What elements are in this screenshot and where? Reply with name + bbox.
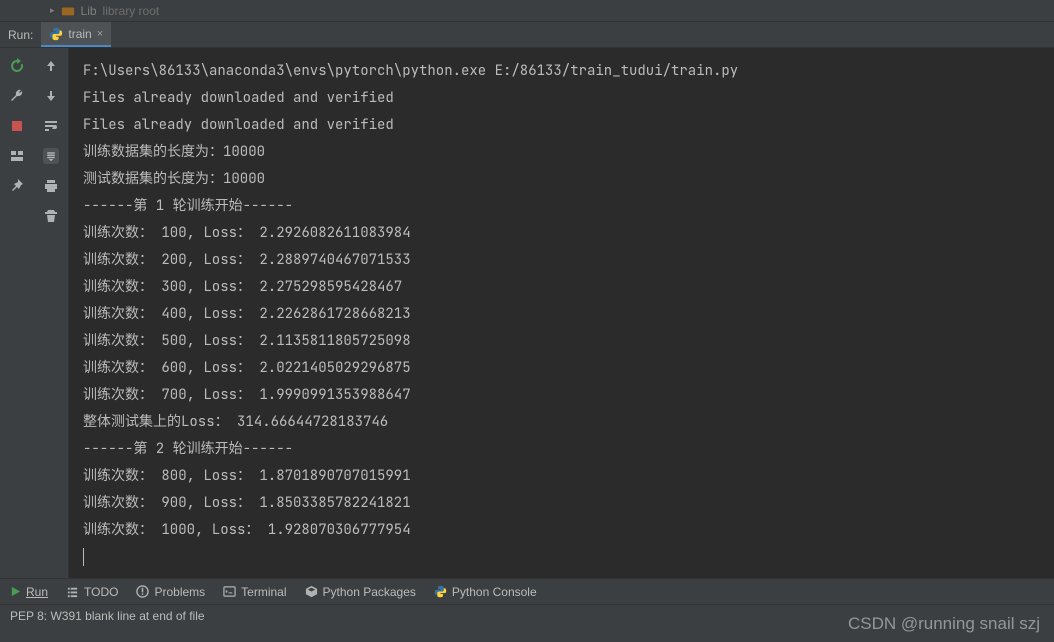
console-line: 整体测试集上的Loss： 314.66644728183746: [83, 409, 1040, 436]
console-line: 测试数据集的长度为：10000: [83, 166, 1040, 193]
close-icon[interactable]: ×: [97, 28, 103, 40]
pin-icon[interactable]: [9, 178, 25, 194]
print-icon[interactable]: [43, 178, 59, 194]
problems-icon: [136, 585, 149, 598]
console-line: 训练次数： 500, Loss： 2.1135811805725098: [83, 328, 1040, 355]
todo-tool-button[interactable]: TODO: [66, 585, 118, 599]
tool-windows-bar: Run TODO Problems Terminal Python Packag…: [0, 578, 1054, 604]
console-line: 训练数据集的长度为：10000: [83, 139, 1040, 166]
pyconsole-tool-label: Python Console: [452, 585, 537, 599]
run-tool-button[interactable]: Run: [10, 585, 48, 599]
output-actions-column: [34, 48, 68, 578]
run-label: Run:: [0, 28, 41, 42]
console-line: 训练次数： 100, Loss： 2.2926082611083984: [83, 220, 1040, 247]
console-line: 训练次数： 200, Loss： 2.2889740467071533: [83, 247, 1040, 274]
problems-tool-label: Problems: [154, 585, 205, 599]
layout-icon[interactable]: [9, 148, 25, 164]
console-line: 训练次数： 600, Loss： 2.0221405029296875: [83, 355, 1040, 382]
console-line: 训练次数： 800, Loss： 1.8701890707015991: [83, 463, 1040, 490]
run-tool-body: F:\Users\86133\anaconda3\envs\pytorch\py…: [0, 48, 1054, 578]
terminal-tool-label: Terminal: [241, 585, 286, 599]
lib-node[interactable]: ▸ Lib library root: [50, 4, 159, 18]
packages-tool-button[interactable]: Python Packages: [305, 585, 416, 599]
terminal-icon: [223, 585, 236, 598]
project-tree-bar: ▸ Lib library root: [0, 0, 1054, 22]
console-line: ------第 2 轮训练开始------: [83, 436, 1040, 463]
play-icon: [10, 586, 21, 597]
lib-name: Lib: [81, 4, 97, 18]
console-line: 训练次数： 400, Loss： 2.2262861728668213: [83, 301, 1040, 328]
console-line: F:\Users\86133\anaconda3\envs\pytorch\py…: [83, 58, 1040, 85]
packages-tool-label: Python Packages: [323, 585, 416, 599]
console-line: 训练次数： 300, Loss： 2.275298595428467: [83, 274, 1040, 301]
todo-tool-label: TODO: [84, 585, 118, 599]
python-file-icon: [49, 27, 63, 41]
python-icon: [434, 585, 447, 598]
terminal-tool-button[interactable]: Terminal: [223, 585, 286, 599]
run-actions-column: [0, 48, 34, 578]
stop-icon[interactable]: [9, 118, 25, 134]
console-line: 训练次数： 900, Loss： 1.8503385782241821: [83, 490, 1040, 517]
console-line: 训练次数： 1000, Loss： 1.928070306777954: [83, 517, 1040, 544]
run-tab-train[interactable]: train ×: [41, 22, 111, 47]
watermark: CSDN @running snail szj: [848, 614, 1040, 634]
rerun-icon[interactable]: [9, 58, 25, 74]
run-tab-label: train: [68, 27, 91, 41]
soft-wrap-icon[interactable]: [43, 118, 59, 134]
up-arrow-icon[interactable]: [43, 58, 59, 74]
status-message: PEP 8: W391 blank line at end of file: [10, 609, 205, 623]
down-arrow-icon[interactable]: [43, 88, 59, 104]
run-tool-label: Run: [26, 585, 48, 599]
scroll-to-end-icon[interactable]: [43, 148, 59, 164]
folder-icon: [61, 4, 75, 18]
console-line: 训练次数： 700, Loss： 1.9990991353988647: [83, 382, 1040, 409]
todo-icon: [66, 585, 79, 598]
trash-icon[interactable]: [43, 208, 59, 224]
lib-tag: library root: [103, 4, 160, 18]
wrench-icon[interactable]: [9, 88, 25, 104]
console-line: ------第 1 轮训练开始------: [83, 193, 1040, 220]
console-line: Files already downloaded and verified: [83, 85, 1040, 112]
console-output[interactable]: F:\Users\86133\anaconda3\envs\pytorch\py…: [68, 48, 1054, 578]
packages-icon: [305, 585, 318, 598]
run-tool-header: Run: train ×: [0, 22, 1054, 48]
console-line: Files already downloaded and verified: [83, 112, 1040, 139]
problems-tool-button[interactable]: Problems: [136, 585, 205, 599]
chevron-right-icon: ▸: [50, 5, 55, 16]
pyconsole-tool-button[interactable]: Python Console: [434, 585, 537, 599]
